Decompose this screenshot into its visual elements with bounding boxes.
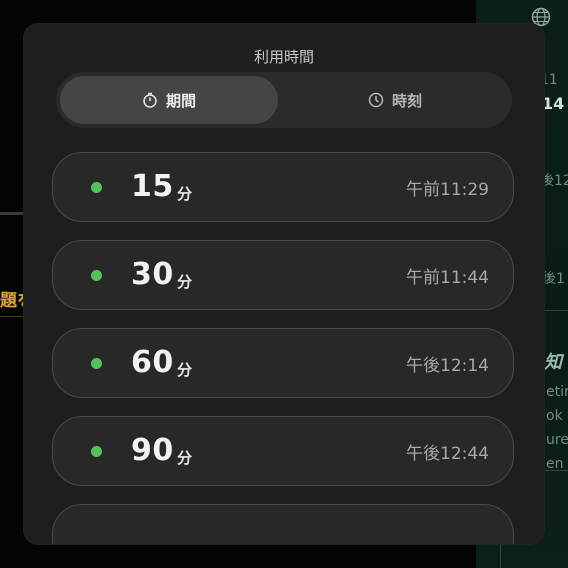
duration-unit: 分	[177, 449, 193, 467]
usage-time-dialog: 利用時間 期間 時刻 15 分 午前11:29 30 分 午前11:44 60 …	[24, 24, 544, 544]
end-time: 午前11:44	[406, 268, 489, 288]
duration-option[interactable]: 15 分 午前11:29	[52, 152, 514, 222]
duration-option[interactable]: 30 分 午前11:44	[52, 240, 514, 310]
background-text: 後1	[542, 271, 565, 287]
background-heading: 知	[544, 352, 562, 373]
tab-time-label: 時刻	[391, 91, 422, 110]
background-text: 14	[542, 94, 565, 113]
duration-value: 30	[131, 257, 174, 292]
tab-duration[interactable]: 期間	[60, 76, 278, 124]
app-background: 11 14 後12 後1 知 etir ok y ure en y 題を 利用時…	[0, 0, 568, 568]
availability-dot	[91, 446, 102, 457]
duration-option[interactable]	[52, 504, 514, 544]
stopwatch-icon	[143, 92, 157, 108]
duration-option[interactable]: 90 分 午後12:44	[52, 416, 514, 486]
end-time: 午前11:29	[406, 180, 489, 200]
background-text: en y	[546, 456, 568, 472]
background-text: ure	[546, 432, 568, 448]
duration-unit: 分	[177, 185, 193, 203]
duration-option[interactable]: 60 分 午後12:14	[52, 328, 514, 398]
availability-dot	[91, 358, 102, 369]
tab-duration-label: 期間	[165, 91, 196, 110]
background-text: 後12	[540, 173, 568, 189]
duration-unit: 分	[177, 361, 193, 379]
duration-value: 15	[131, 169, 174, 204]
mode-segmented-control: 期間 時刻	[56, 72, 512, 128]
background-text: ok y	[546, 408, 568, 424]
dialog-title: 利用時間	[253, 48, 314, 66]
tab-time[interactable]: 時刻	[282, 76, 508, 124]
clock-icon	[368, 92, 384, 108]
availability-dot	[91, 182, 102, 193]
duration-unit: 分	[177, 273, 193, 291]
duration-value: 60	[131, 345, 174, 380]
background-text: etir	[546, 384, 568, 400]
duration-value: 90	[131, 433, 174, 468]
availability-dot	[91, 270, 102, 281]
end-time: 午後12:44	[406, 444, 489, 464]
end-time: 午後12:14	[406, 356, 489, 376]
